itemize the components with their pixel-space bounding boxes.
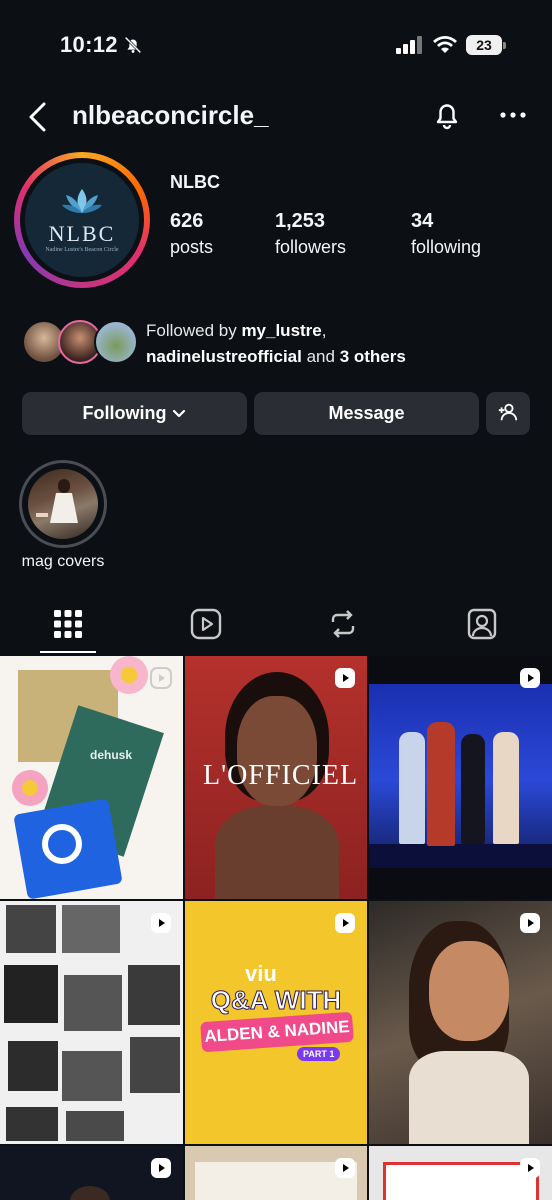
back-arrow-icon[interactable]	[24, 100, 52, 134]
active-tab-indicator	[40, 651, 96, 653]
post-brand-text: dehusk	[90, 748, 133, 762]
posts-grid: dehusk L'OFFICIEL viu Q&A WITH ALDEN & N…	[0, 656, 552, 1200]
mute-bell-icon	[124, 36, 142, 54]
followed-by-prefix: Followed by	[146, 321, 242, 340]
posts-count: 626	[170, 210, 204, 232]
followed-by-others[interactable]: 3 others	[340, 347, 406, 366]
followers-count: 1,253	[275, 210, 326, 232]
following-label: following	[411, 237, 482, 257]
post-viu-logo: viu	[245, 961, 277, 986]
reel-badge-icon	[335, 1158, 355, 1178]
post-qa-title: Q&A WITH	[210, 985, 342, 1016]
post-thumbnail[interactable]	[0, 901, 183, 1144]
avatar-logo-subtext: Nadine Lustre's Beacon Circle	[45, 247, 119, 253]
post-thumbnail[interactable]: L'OFFICIEL	[185, 656, 367, 899]
battery-indicator: 23	[466, 35, 502, 55]
reel-badge-icon	[150, 667, 172, 689]
reel-badge-icon	[151, 1158, 171, 1178]
grid-tab-icon[interactable]	[50, 606, 86, 642]
status-time: 10:12	[60, 32, 118, 57]
follower-avatar	[94, 320, 138, 364]
highlight-cover-image	[28, 469, 98, 539]
reel-badge-icon	[520, 668, 540, 688]
followed-by-and: and	[301, 347, 340, 366]
following-count: 34	[411, 210, 434, 232]
reposts-tab-icon[interactable]	[325, 606, 361, 642]
followed-by-text: Followed by my_lustre, nadinelustreoffic…	[146, 318, 406, 370]
reel-badge-icon	[520, 1158, 540, 1178]
followed-by-row[interactable]: Followed by my_lustre, nadinelustreoffic…	[22, 318, 542, 368]
following-stat[interactable]: 34 following	[411, 210, 481, 258]
followed-by-separator: ,	[321, 321, 327, 340]
post-thumbnail[interactable]	[185, 1146, 367, 1200]
post-magazine-title: L'OFFICIEL	[203, 760, 359, 791]
posts-label: posts	[170, 237, 214, 257]
suggest-users-button[interactable]	[486, 392, 530, 435]
follower-username[interactable]: nadinelustreofficial	[146, 347, 302, 366]
notification-bell-icon[interactable]	[430, 98, 464, 132]
reel-badge-icon	[520, 913, 540, 933]
reel-badge-icon	[335, 668, 355, 688]
post-thumbnail[interactable]: dehusk	[0, 656, 183, 899]
post-thumbnail[interactable]	[0, 1146, 183, 1200]
posts-stat[interactable]: 626 posts	[170, 210, 213, 258]
following-button[interactable]: Following	[22, 392, 247, 435]
profile-avatar[interactable]: NLBC Nadine Lustre's Beacon Circle	[14, 152, 150, 288]
chevron-down-icon	[173, 410, 186, 418]
cellular-signal-icon	[396, 36, 422, 54]
post-part-badge: PART 1	[297, 1047, 341, 1061]
story-highlight[interactable]	[19, 460, 107, 548]
display-name: NLBC	[170, 172, 220, 192]
followers-stat[interactable]: 1,253 followers	[275, 210, 346, 258]
profile-handle: nlbeaconcircle_	[72, 100, 269, 130]
message-button[interactable]: Message	[254, 392, 479, 435]
tagged-tab-icon[interactable]	[464, 606, 500, 642]
follower-username[interactable]: my_lustre	[241, 321, 321, 340]
wifi-icon	[433, 36, 457, 53]
more-options-icon[interactable]	[498, 100, 528, 130]
profile-header: nlbeaconcircle_	[0, 94, 552, 140]
avatar-logo-text: NLBC	[48, 221, 116, 246]
status-bar: 10:12 23	[0, 0, 552, 90]
add-person-icon	[498, 404, 518, 421]
profile-tabs	[0, 600, 552, 654]
battery-cap	[503, 42, 506, 49]
post-thumbnail[interactable]	[369, 901, 552, 1144]
highlight-label: mag covers	[21, 553, 105, 570]
following-button-label: Following	[82, 403, 167, 423]
post-thumbnail[interactable]	[369, 656, 552, 899]
reels-tab-icon[interactable]	[188, 606, 224, 642]
message-button-label: Message	[328, 403, 405, 423]
followers-label: followers	[275, 237, 347, 257]
post-thumbnail[interactable]	[369, 1146, 552, 1200]
reel-badge-icon	[151, 913, 171, 933]
reel-badge-icon	[335, 913, 355, 933]
lotus-logo-icon	[62, 189, 102, 213]
post-thumbnail[interactable]: viu Q&A WITH ALDEN & NADINE PART 1	[185, 901, 367, 1144]
